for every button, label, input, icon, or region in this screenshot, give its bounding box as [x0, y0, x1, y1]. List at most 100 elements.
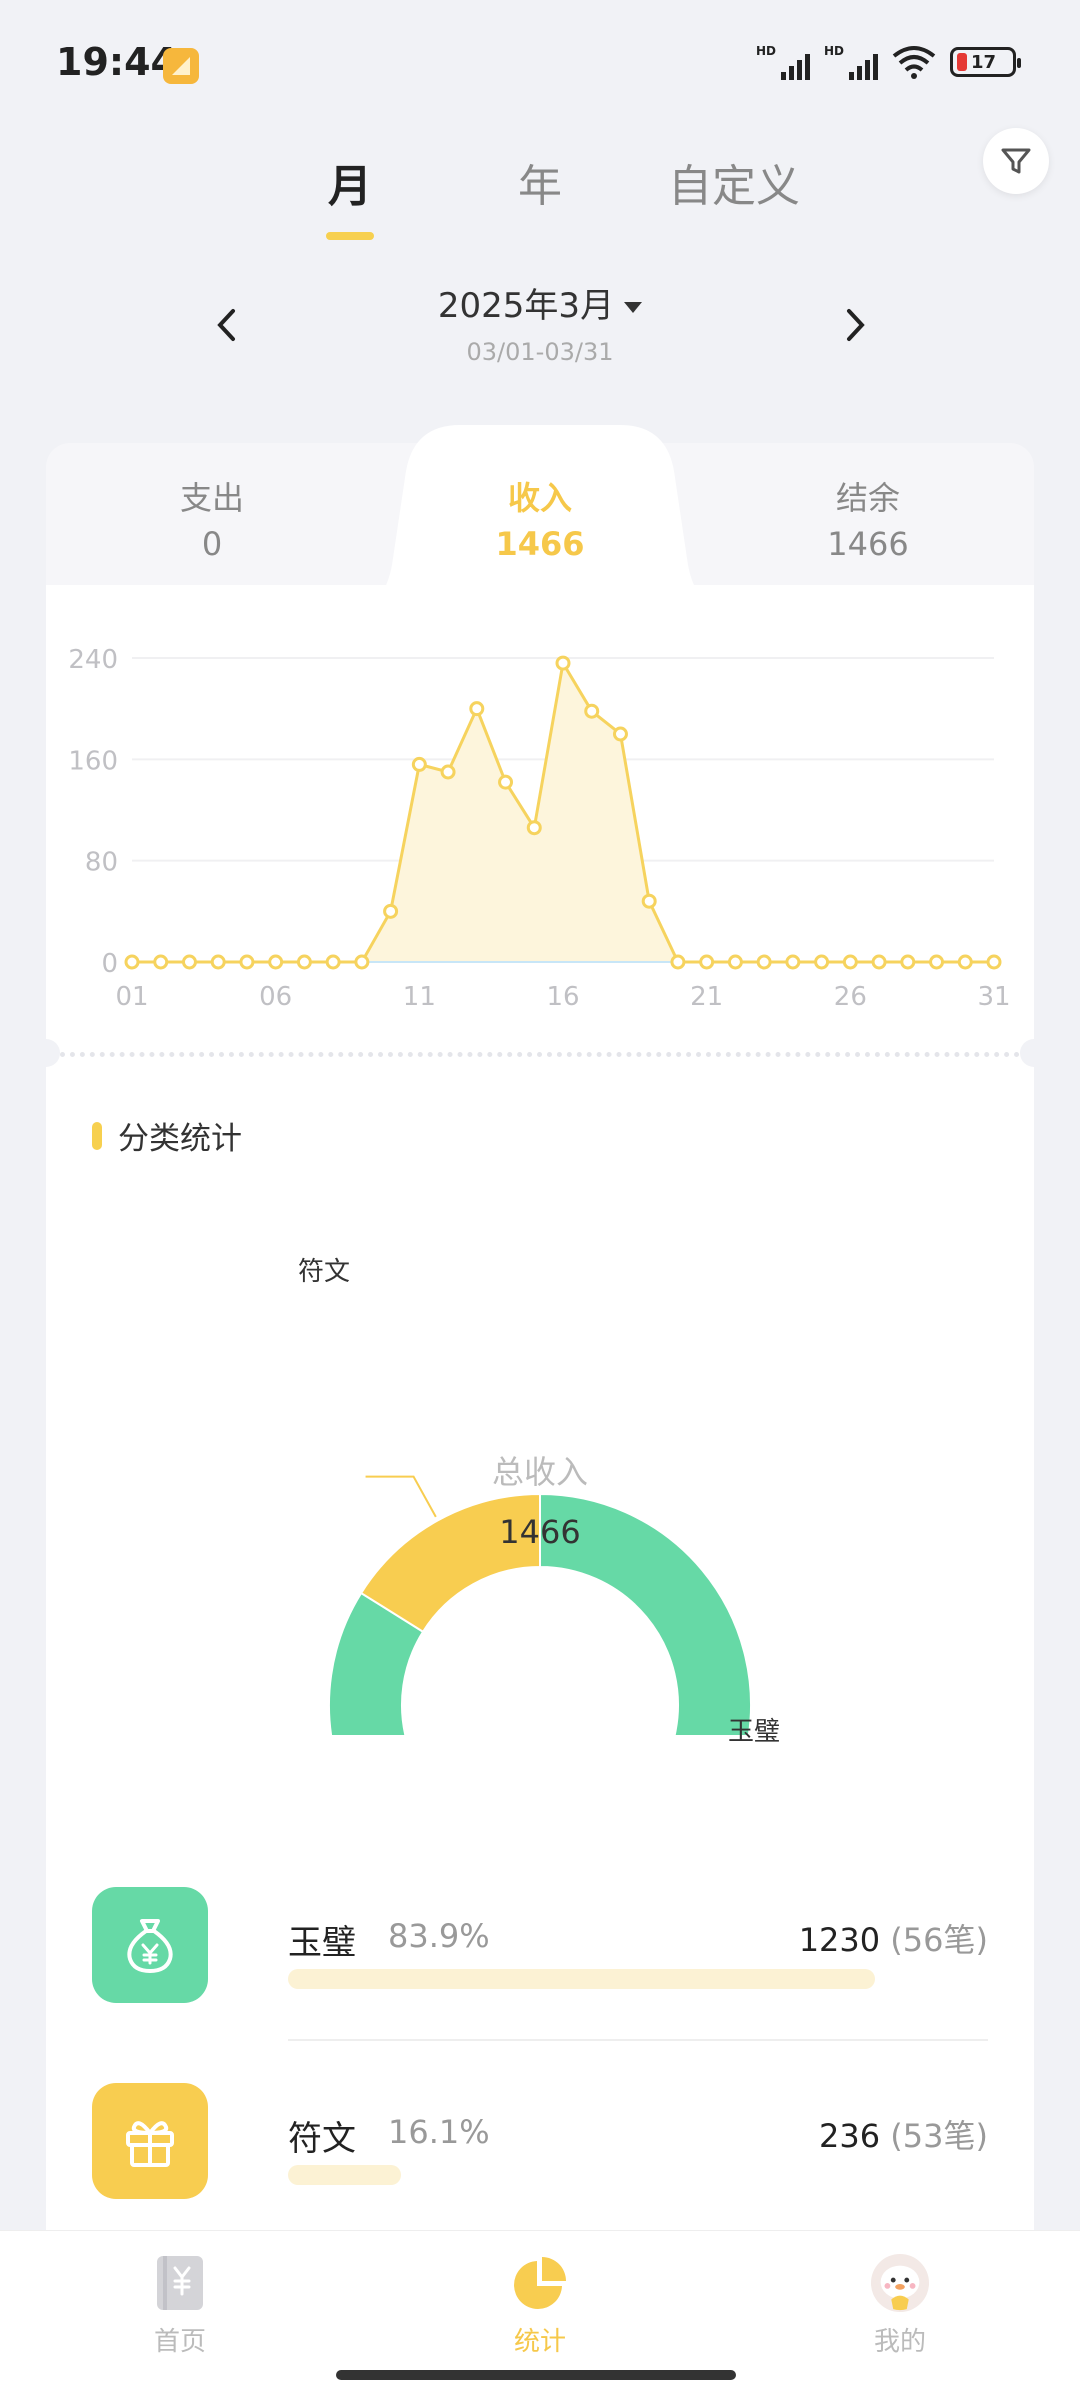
nav-label: 我的 [873, 2327, 926, 2357]
chevron-right-icon [847, 309, 865, 341]
data-point [929, 954, 945, 970]
y-tick-label: 0 [101, 949, 118, 979]
donut-label-fuwen: 符文 [298, 1257, 351, 1287]
category-item-yubi[interactable]: 玉璧 83.9% 1230 (56笔) [92, 1887, 988, 2067]
summary-tab-income[interactable]: 收入 1466 [390, 473, 690, 563]
summary-tab-title: 支出 [179, 479, 244, 517]
data-point [957, 954, 973, 970]
tab-month[interactable]: 月 [328, 150, 372, 214]
y-tick-label: 240 [68, 645, 118, 675]
heading-accent [92, 1121, 102, 1150]
donut-center-title: 总收入 [491, 1453, 588, 1491]
income-line-chart: 0 80 160 240 01 06 11 16 21 26 31 [68, 645, 1010, 1012]
data-point [354, 954, 370, 970]
month-selector[interactable]: 2025年3月 [0, 278, 1080, 327]
data-point [727, 954, 743, 970]
next-month-button[interactable] [830, 300, 880, 350]
data-point [124, 954, 140, 970]
category-heading: 分类统计 [92, 1113, 242, 1158]
x-tick-label: 01 [115, 982, 148, 1012]
summary-tab-expense[interactable]: 支出 0 [62, 473, 362, 563]
category-amount-group: 1230 (56笔) [799, 1915, 988, 1961]
signal-hd-label: HD [824, 44, 845, 58]
ledger-icon [150, 2251, 210, 2315]
data-point [871, 954, 887, 970]
data-point [411, 756, 427, 772]
period-tabs: 月 年 自定义 [0, 150, 1080, 250]
category-count: (56笔) [890, 1921, 988, 1959]
date-range: 03/01-03/31 [466, 338, 614, 366]
caret-down-icon [624, 302, 643, 313]
notification-icon [163, 48, 199, 84]
summary-card: 支出 0 收入 1466 结余 1466 0 80 160 240 01 06 11 16 21… [32, 425, 1048, 2285]
data-point [325, 954, 341, 970]
area-fill [132, 663, 994, 962]
category-name: 玉璧 [288, 1923, 356, 1963]
summary-tab-title: 结余 [835, 479, 900, 517]
data-point [584, 703, 600, 719]
y-tick-label: 160 [68, 746, 118, 776]
data-point [986, 954, 1002, 970]
data-point [900, 954, 916, 970]
x-tick-label: 26 [834, 982, 867, 1012]
data-point [814, 954, 830, 970]
signal-icon: HD [824, 44, 878, 80]
status-icons: HD HD 17 [756, 44, 1021, 80]
wifi-icon [892, 46, 936, 79]
card-notch [32, 1039, 60, 1067]
signal-icon: HD [756, 44, 810, 80]
summary-tab-value: 0 [201, 525, 223, 563]
tab-year[interactable]: 年 [518, 150, 562, 214]
data-point [239, 954, 255, 970]
category-amount-group: 236 (53笔) [819, 2111, 988, 2157]
category-name: 符文 [288, 2119, 356, 2159]
data-point [153, 954, 169, 970]
data-point [785, 954, 801, 970]
tab-custom[interactable]: 自定义 [668, 150, 800, 214]
category-amount: 236 [819, 2117, 881, 2155]
status-bar: 19:44 HD HD 17 [0, 0, 1080, 130]
category-count: (53笔) [890, 2117, 988, 2155]
category-percent: 16.1% [388, 2113, 490, 2151]
category-heading-text: 分类统计 [118, 1121, 242, 1157]
donut-center-value: 1466 [499, 1513, 581, 1551]
x-tick-label: 21 [690, 982, 723, 1012]
data-point [699, 954, 715, 970]
signal-hd-label: HD [756, 44, 777, 58]
category-progress-bar [288, 2165, 401, 2185]
data-point [296, 954, 312, 970]
month-label: 2025年3月 [437, 286, 615, 326]
status-time: 19:44 [56, 40, 177, 84]
nav-home[interactable]: 首页 [80, 2251, 280, 2358]
home-indicator [336, 2370, 736, 2380]
data-point [670, 954, 686, 970]
data-point [383, 903, 399, 919]
income-chart: 0 80 160 240 01 06 11 16 21 26 31 [46, 615, 1034, 1015]
tab-underline [326, 232, 374, 240]
data-point [268, 954, 284, 970]
filter-icon [1001, 148, 1031, 174]
nav-label: 首页 [153, 2327, 206, 2357]
x-tick-label: 31 [977, 982, 1010, 1012]
data-point [612, 726, 628, 742]
nav-statistics[interactable]: 统计 [440, 2251, 640, 2358]
list-separator [288, 2039, 988, 2041]
battery-icon: 17 [950, 47, 1021, 77]
data-point [440, 764, 456, 780]
data-point [469, 701, 485, 717]
filter-button[interactable] [983, 128, 1049, 194]
dotted-divider [60, 1052, 1020, 1057]
x-tick-label: 11 [403, 982, 436, 1012]
x-tick-label: 06 [259, 982, 292, 1012]
data-point [210, 954, 226, 970]
data-point [555, 655, 571, 671]
y-tick-label: 80 [85, 848, 118, 878]
summary-tab-balance[interactable]: 结余 1466 [718, 473, 1018, 563]
data-point [498, 774, 514, 790]
category-amount: 1230 [798, 1921, 881, 1959]
x-tick-label: 16 [546, 982, 579, 1012]
data-point [756, 954, 772, 970]
nav-profile[interactable]: 我的 [800, 2251, 1000, 2358]
money-bag-icon [92, 1887, 208, 2003]
category-progress-bar [288, 1969, 876, 1989]
